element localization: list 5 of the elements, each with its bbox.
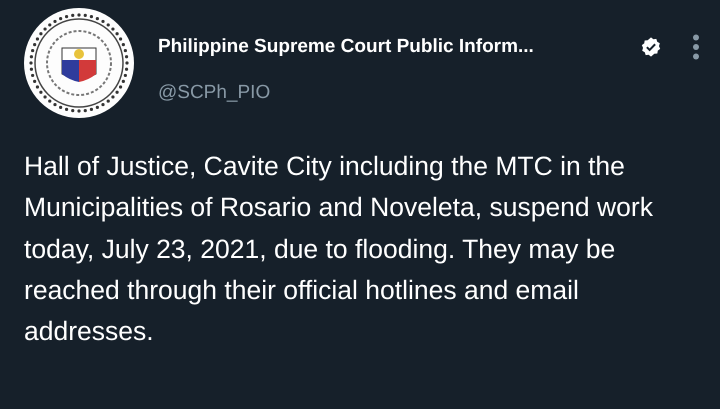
author-name[interactable]: Philippine Supreme Court Public Inform... [158,36,534,58]
author-handle[interactable]: @SCPh_PIO [158,82,270,104]
more-options-icon[interactable] [692,34,700,60]
tweet-text: Hall of Justice, Cavite City including the MTC in the Municipalities of Rosario and Noveleta, suspend work today, July 23, 2021, due to flooding. They may be reached through their official hotlines and email addresses. [24,150,654,348]
seal-icon [24,8,134,118]
